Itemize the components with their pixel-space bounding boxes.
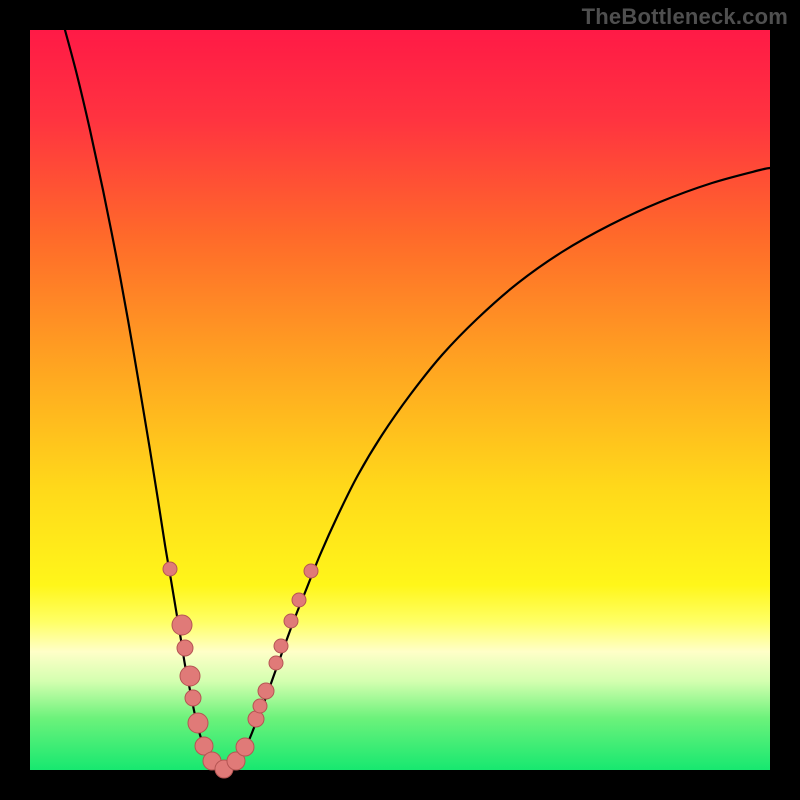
data-marker — [172, 615, 192, 635]
data-marker — [304, 564, 318, 578]
bottleneck-chart — [0, 0, 800, 800]
data-marker — [253, 699, 267, 713]
data-marker — [188, 713, 208, 733]
data-marker — [292, 593, 306, 607]
data-marker — [284, 614, 298, 628]
data-marker — [269, 656, 283, 670]
watermark-text: TheBottleneck.com — [582, 4, 788, 30]
data-marker — [180, 666, 200, 686]
data-marker — [274, 639, 288, 653]
data-marker — [163, 562, 177, 576]
data-marker — [248, 711, 264, 727]
data-marker — [236, 738, 254, 756]
data-marker — [177, 640, 193, 656]
chart-frame: TheBottleneck.com — [0, 0, 800, 800]
data-marker — [258, 683, 274, 699]
data-marker — [185, 690, 201, 706]
